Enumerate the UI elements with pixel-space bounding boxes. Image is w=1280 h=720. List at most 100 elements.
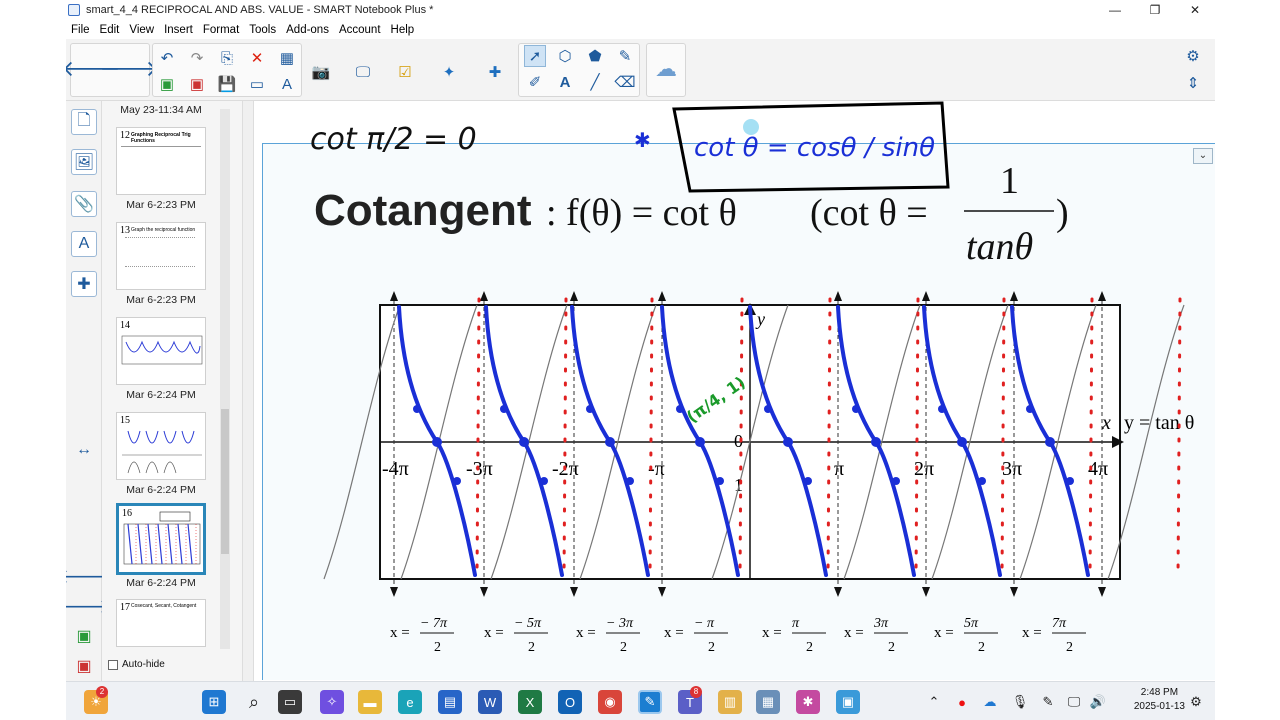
chrome-icon[interactable]: ◉ — [598, 690, 622, 714]
menu-addons[interactable]: Add-ons — [281, 24, 334, 36]
properties-icon[interactable]: ☁ — [649, 52, 683, 86]
screen-shade-icon[interactable]: ▭ — [246, 73, 268, 95]
move-toolbar-icon[interactable]: ⇕ — [1182, 72, 1204, 94]
menu-format[interactable]: Format — [198, 24, 244, 36]
addons-tab-icon[interactable]: ✚ — [71, 271, 97, 297]
sidebar-splitter[interactable] — [242, 101, 254, 681]
close-button[interactable]: ✕ — [1175, 3, 1215, 17]
capture-icon[interactable]: 📷 — [310, 61, 332, 83]
minimize-button[interactable]: — — [1095, 3, 1135, 17]
app-icon-2[interactable]: ▦ — [756, 690, 780, 714]
outlook-icon[interactable]: O — [558, 690, 582, 714]
magic-pen-icon[interactable]: ✎ — [614, 45, 636, 67]
attachments-icon[interactable]: 📎 — [71, 191, 97, 217]
lesson-activity-icon[interactable]: ☑ — [394, 61, 416, 83]
notifications-icon[interactable]: ⚙ — [1184, 690, 1208, 714]
properties-tab-icon[interactable]: A — [71, 231, 97, 257]
line-icon[interactable]: ╱ — [584, 71, 606, 93]
text-icon[interactable]: A — [554, 71, 576, 93]
plus-one-point — [852, 405, 860, 413]
minus-one-point — [1066, 477, 1074, 485]
resize-icon[interactable]: ↔ — [71, 437, 97, 463]
fill-icon[interactable]: ⬟ — [584, 45, 606, 67]
delete-icon[interactable]: ✕ — [246, 47, 268, 69]
asymptote-numerator: 3π — [873, 616, 889, 631]
spell-icon[interactable]: A — [276, 73, 298, 95]
puzzle-icon[interactable]: ✚ — [484, 61, 506, 83]
add-page-icon[interactable]: ▣ — [71, 623, 97, 649]
task-view-icon[interactable]: ▭ — [278, 690, 302, 714]
maximize-button[interactable]: ❐ — [1135, 3, 1175, 17]
page-timestamp: Mar 6-2:23 PM — [126, 199, 196, 211]
minus-one-point — [453, 477, 461, 485]
scrollbar-thumb[interactable] — [221, 409, 229, 554]
menu-account[interactable]: Account — [334, 24, 386, 36]
display-icon[interactable]: 🖵 — [352, 61, 374, 83]
pen-icon[interactable]: ✎ — [1036, 690, 1060, 714]
clock[interactable]: 2:48 PM 2025-01-13 — [1134, 686, 1185, 714]
network-icon[interactable]: 🖵 — [1062, 690, 1086, 714]
volume-icon[interactable]: 🔊 — [1086, 690, 1110, 714]
arrow-up — [480, 291, 488, 301]
settings-icon[interactable]: ⚙ — [1182, 45, 1204, 67]
edge-icon[interactable]: e — [398, 690, 422, 714]
formula-paren-open: (cot θ = — [810, 192, 928, 234]
file-explorer-icon[interactable]: ▬ — [358, 690, 382, 714]
zero-point — [1045, 437, 1055, 447]
menu-insert[interactable]: Insert — [159, 24, 198, 36]
next-page-icon[interactable]: 🡒 — [66, 593, 111, 619]
tick-label: 3π — [1002, 458, 1022, 480]
apps-icon[interactable]: ▥ — [718, 690, 742, 714]
menu-file[interactable]: File — [66, 24, 95, 36]
pens-icon[interactable]: ✐ — [524, 71, 546, 93]
notebook-canvas[interactable]: ⌄ cot π/2 = 0 ✱ cot θ = cosθ / sinθ Cota… — [254, 101, 1215, 680]
menu-tools[interactable]: Tools — [244, 24, 281, 36]
page-thumbnail-17[interactable]: 17 Cosecant, Secant, Cotangent — [116, 599, 206, 647]
copilot-icon[interactable]: ✧ — [320, 690, 344, 714]
page-thumbnail-13[interactable]: 13 Graph the reciprocal function — [116, 222, 206, 290]
page-thumbnail-14[interactable]: 14 — [116, 317, 206, 385]
page-thumbnail-16[interactable]: 16 — [116, 503, 206, 575]
select-icon[interactable]: ➚ — [524, 45, 546, 67]
zero-point — [695, 437, 705, 447]
autohide-toggle[interactable]: Auto-hide — [108, 659, 165, 670]
previous-page-icon[interactable]: 🡐 — [66, 563, 111, 589]
microphone-icon[interactable]: 🎙 — [1008, 690, 1032, 714]
table-icon[interactable]: ▦ — [276, 47, 298, 69]
add-page-icon[interactable]: ⎘ — [216, 47, 238, 69]
smart-notebook-icon[interactable]: ✎ — [638, 690, 662, 714]
redo-icon[interactable]: ↷ — [186, 47, 208, 69]
addons-icon[interactable]: ✦ — [438, 61, 460, 83]
save-icon[interactable]: 💾 — [216, 73, 238, 95]
sorter-scrollbar[interactable] — [220, 109, 230, 649]
search-icon[interactable]: ⌕ — [242, 690, 266, 714]
gallery-icon[interactable]: 🖼 — [71, 149, 97, 175]
menu-view[interactable]: View — [124, 24, 159, 36]
thumb-graph — [121, 335, 203, 365]
eraser-icon[interactable]: ⌫ — [614, 71, 636, 93]
menu-edit[interactable]: Edit — [95, 24, 125, 36]
insert-page-icon[interactable]: ▣ — [156, 73, 178, 95]
app-icon-3[interactable]: ✱ — [796, 690, 820, 714]
autohide-checkbox[interactable] — [108, 659, 118, 670]
store-icon[interactable]: ▤ — [438, 690, 462, 714]
page-thumbnail-15[interactable]: 15 — [116, 412, 206, 480]
app-icon-4[interactable]: ▣ — [836, 690, 860, 714]
delete-page-icon[interactable]: ▣ — [186, 73, 208, 95]
plus-one-point — [764, 405, 772, 413]
shapes-icon[interactable]: ⬡ — [554, 45, 576, 67]
teams-badge: 8 — [690, 686, 702, 698]
word-icon[interactable]: W — [478, 690, 502, 714]
forward-icon[interactable]: 🡒 — [100, 52, 159, 86]
arrow-down — [1010, 587, 1018, 597]
undo-icon[interactable]: ↶ — [156, 47, 178, 69]
record-icon[interactable]: ● — [950, 690, 974, 714]
cloud-icon[interactable]: ☁ — [978, 690, 1002, 714]
page-thumbnail-12[interactable]: 12 Graphing Reciprocal Trig Functions — [116, 127, 206, 195]
menu-help[interactable]: Help — [386, 24, 420, 36]
excel-icon[interactable]: X — [518, 690, 542, 714]
chevron-up-icon[interactable]: ⌃ — [922, 690, 946, 714]
page-sorter-icon[interactable]: 🗋 — [71, 109, 97, 135]
start-icon[interactable]: ⊞ — [202, 690, 226, 714]
delete-page-icon[interactable]: ▣ — [71, 653, 97, 679]
